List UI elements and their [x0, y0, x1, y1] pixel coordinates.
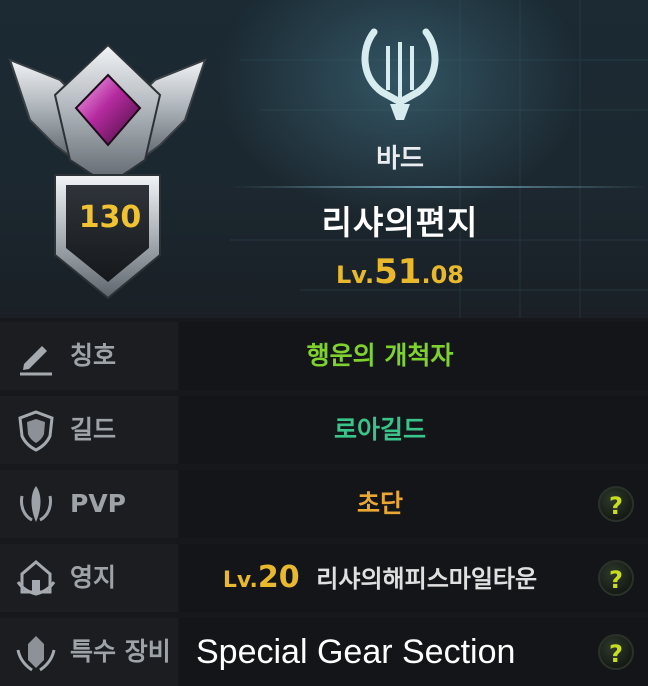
guild-value: 로아길드 [333, 415, 426, 444]
title-label: 칭호 [70, 341, 117, 370]
special-gear-label: 특수 장비 [70, 637, 171, 666]
estate-icon [16, 560, 56, 596]
profile-header: 130 바드 리샤의편지 Lv.51.08 [0, 0, 648, 318]
special-gear-help-button[interactable]: ? [598, 634, 634, 670]
special-gear-row: 특수 장비 Special Gear Section ? [0, 618, 648, 686]
estate-help-button[interactable]: ? [598, 560, 634, 596]
class-name: 바드 [376, 144, 424, 174]
special-gear-icon [16, 636, 56, 672]
title-row: 칭호 행운의 개척자 [0, 322, 648, 390]
item-level-prefix: Lv. [336, 261, 375, 289]
shield-icon [18, 410, 54, 452]
header-divider [230, 186, 648, 188]
character-name: 리샤의편지 [321, 203, 479, 242]
badge-level: 130 [78, 200, 142, 235]
winged-crest-icon [8, 43, 207, 300]
item-level: Lv.51.08 [290, 252, 510, 292]
estate-level: 20 [257, 560, 300, 595]
pvp-label: PVP [70, 489, 126, 518]
pvp-value: 초단 [356, 489, 403, 518]
title-value: 행운의 개척자 [306, 341, 454, 370]
item-level-integer: 51 [374, 252, 422, 292]
pvp-help-button[interactable]: ? [598, 486, 634, 522]
pencil-icon [20, 346, 52, 376]
estate-label: 영지 [70, 563, 117, 592]
item-level-decimal: .08 [421, 261, 464, 289]
special-gear-overlay-text: Special Gear Section [196, 633, 516, 671]
estate-row: 영지 Lv.20 리샤의해피스마일타운 ? [0, 544, 648, 612]
estate-level-prefix: Lv. [222, 568, 258, 593]
pvp-emblem-icon [20, 486, 52, 522]
estate-name: 리샤의해피스마일타운 [316, 565, 538, 593]
guild-label: 길드 [70, 415, 117, 444]
harp-icon [361, 28, 439, 120]
guild-row: 길드 로아길드 [0, 396, 648, 464]
estate-value-line: Lv.20 리샤의해피스마일타운 [180, 544, 580, 612]
pvp-row: PVP 초단 ? [0, 470, 648, 538]
